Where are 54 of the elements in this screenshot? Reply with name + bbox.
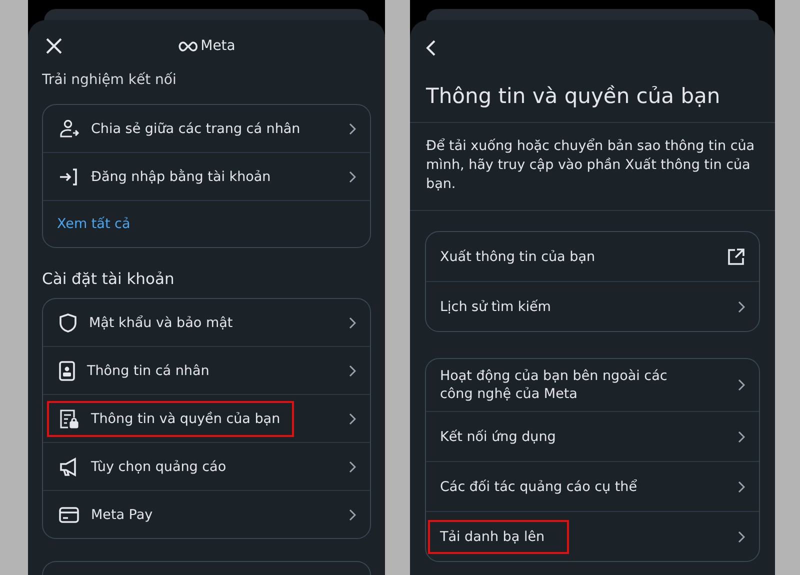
item-label: Chia sẻ giữa các trang cá nhân <box>91 120 300 136</box>
shield-icon <box>59 312 77 332</box>
chevron-right-icon <box>349 508 356 520</box>
item-label: Lịch sử tìm kiếm <box>439 298 552 316</box>
chevron-right-icon <box>349 460 356 472</box>
description-text: Để tải xuống hoặc chuyển bản sao thông tin của mình, hãy truy cập vào phần Xuất thông tin của bạn. <box>425 137 756 194</box>
page-title: Thông tin và quyền của bạn <box>425 83 722 110</box>
item-label: Đăng nhập bằng tài khoản <box>91 168 271 184</box>
settings-item[interactable]: Lịch sử tìm kiếm <box>426 282 759 331</box>
settings-item[interactable]: Mật khẩu và bảo mật <box>43 299 370 347</box>
see-all-link[interactable]: Xem tất cả <box>43 201 370 247</box>
settings-item[interactable]: Đăng nhập bằng tài khoản <box>43 153 370 201</box>
settings-item[interactable]: Thông tin cá nhân <box>43 347 370 395</box>
chevron-right-icon <box>349 316 356 328</box>
chevron-right-icon <box>349 122 356 134</box>
document-lock-icon <box>59 408 79 428</box>
item-label: Kết nối ứng dụng <box>439 428 557 446</box>
item-label: Thông tin cá nhân <box>87 362 210 378</box>
back-icon[interactable] <box>426 40 436 56</box>
item-label: Thông tin và quyền của bạn <box>91 410 280 426</box>
chevron-right-icon <box>349 412 356 424</box>
infinity-logo-icon <box>178 40 198 52</box>
id-card-icon <box>59 360 75 380</box>
chevron-right-icon <box>738 379 745 391</box>
settings-item[interactable]: Meta Pay <box>43 491 370 538</box>
section-heading: Cài đặt tài khoản <box>42 270 176 288</box>
brand-name: Meta <box>200 38 236 54</box>
chevron-right-icon <box>738 430 745 442</box>
item-label: Xuất thông tin của bạn <box>439 248 596 266</box>
external-link-icon <box>727 248 745 266</box>
item-label: Hoạt động của bạn bên ngoài các công nghệ của Meta <box>439 367 668 404</box>
credit-card-icon <box>59 506 79 522</box>
settings-item[interactable]: Tùy chọn quảng cáo <box>43 443 370 491</box>
person-share-icon <box>59 118 79 138</box>
settings-item[interactable]: Chia sẻ giữa các trang cá nhân <box>43 105 370 153</box>
item-label: Tùy chọn quảng cáo <box>91 458 226 474</box>
megaphone-icon <box>59 456 79 476</box>
settings-item[interactable]: Xuất thông tin của bạn <box>426 232 759 282</box>
chevron-right-icon <box>738 480 745 492</box>
login-icon <box>59 168 79 186</box>
settings-item[interactable]: Kết nối ứng dụng <box>426 412 759 462</box>
section-label: Trải nghiệm kết nối <box>42 72 178 90</box>
chevron-right-icon <box>738 530 745 542</box>
chevron-right-icon <box>349 170 356 182</box>
settings-item[interactable]: Các đối tác quảng cáo cụ thể <box>426 462 759 512</box>
item-label: Meta Pay <box>91 506 153 522</box>
chevron-right-icon <box>349 364 356 376</box>
chevron-right-icon <box>738 300 745 312</box>
item-label: Mật khẩu và bảo mật <box>89 314 233 330</box>
item-label: Các đối tác quảng cáo cụ thể <box>439 478 638 496</box>
item-label: Tải danh bạ lên <box>428 520 569 554</box>
settings-item[interactable]: Hoạt động của bạn bên ngoài các công nghệ của Meta <box>426 359 759 412</box>
settings-item[interactable]: Tải danh bạ lên <box>426 512 759 561</box>
close-icon[interactable] <box>46 38 62 54</box>
